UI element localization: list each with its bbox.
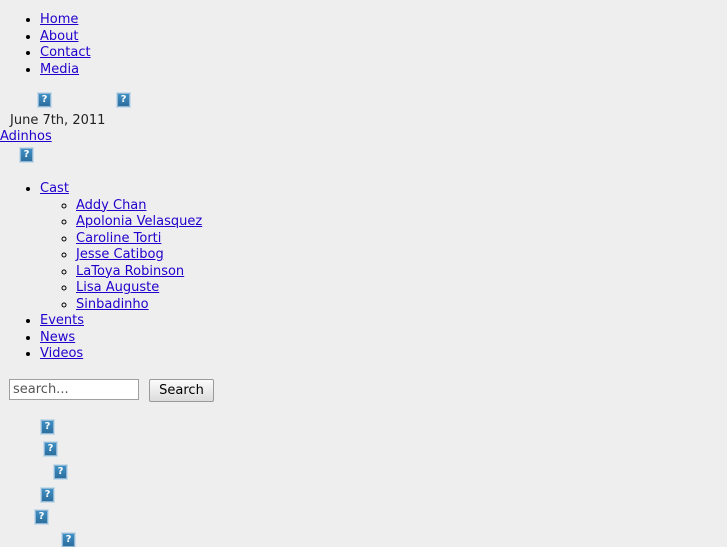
list-item[interactable]: Caroline Torti — [76, 231, 202, 248]
top-nav-link-contact[interactable]: Contact — [40, 45, 91, 60]
broken-image-icon[interactable] — [53, 464, 68, 480]
main-nav-item-events[interactable]: Events — [40, 313, 202, 330]
cast-link-apolonia-velasquez[interactable]: Apolonia Velasquez — [76, 214, 202, 229]
search-form: Search — [9, 379, 214, 402]
broken-image-icon[interactable] — [34, 509, 49, 525]
post-title-link[interactable]: Adinhos — [0, 129, 52, 144]
top-nav-link-home[interactable]: Home — [40, 12, 78, 27]
cast-submenu: Addy Chan Apolonia Velasquez Caroline To… — [40, 198, 202, 314]
banner-row — [0, 92, 727, 109]
main-nav-link-news[interactable]: News — [40, 330, 75, 345]
cast-link-jesse-catibog[interactable]: Jesse Catibog — [76, 247, 164, 262]
main-nav-item-videos[interactable]: Videos — [40, 346, 202, 363]
top-nav-link-media[interactable]: Media — [40, 62, 79, 77]
top-nav-item-about[interactable]: About — [40, 29, 91, 46]
cast-link-caroline-torti[interactable]: Caroline Torti — [76, 231, 161, 246]
list-item[interactable]: LaToya Robinson — [76, 264, 202, 281]
broken-image-icon[interactable] — [116, 92, 131, 108]
broken-image-icon[interactable] — [19, 147, 34, 163]
search-button[interactable]: Search — [149, 379, 214, 402]
broken-image-icon[interactable] — [37, 92, 52, 108]
cast-link-lisa-auguste[interactable]: Lisa Auguste — [76, 280, 159, 295]
broken-image-icon[interactable] — [40, 487, 55, 503]
main-nav-link-events[interactable]: Events — [40, 313, 84, 328]
list-item[interactable]: Lisa Auguste — [76, 280, 202, 297]
cast-link-addy-chan[interactable]: Addy Chan — [76, 198, 147, 213]
main-nav-link-cast[interactable]: Cast — [40, 181, 69, 196]
broken-image-icon[interactable] — [43, 441, 58, 457]
top-navigation: Home About Contact Media — [0, 12, 91, 78]
cast-link-latoya-robinson[interactable]: LaToya Robinson — [76, 264, 184, 279]
post-date: June 7th, 2011 — [10, 113, 106, 128]
search-input[interactable] — [9, 379, 139, 400]
main-nav-link-videos[interactable]: Videos — [40, 346, 83, 361]
main-nav-item-news[interactable]: News — [40, 330, 202, 347]
list-item[interactable]: Addy Chan — [76, 198, 202, 215]
list-item[interactable]: Sinbadinho — [76, 297, 202, 314]
cast-link-sinbadinho[interactable]: Sinbadinho — [76, 297, 149, 312]
list-item[interactable]: Jesse Catibog — [76, 247, 202, 264]
list-item[interactable]: Apolonia Velasquez — [76, 214, 202, 231]
top-nav-item-contact[interactable]: Contact — [40, 45, 91, 62]
top-nav-item-media[interactable]: Media — [40, 62, 91, 79]
top-nav-item-home[interactable]: Home — [40, 12, 91, 29]
post-title: Adinhos — [0, 129, 52, 144]
main-navigation: Cast Addy Chan Apolonia Velasquez Caroli… — [0, 181, 202, 363]
main-nav-item-cast[interactable]: Cast Addy Chan Apolonia Velasquez Caroli… — [40, 181, 202, 313]
top-nav-link-about[interactable]: About — [40, 29, 78, 44]
broken-image-icon[interactable] — [40, 419, 55, 435]
